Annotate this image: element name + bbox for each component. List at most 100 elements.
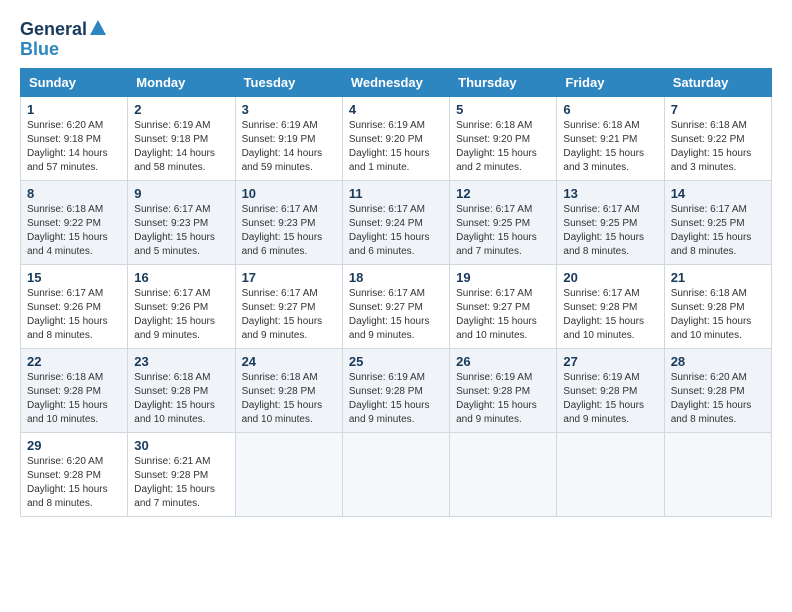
day-number: 14 <box>671 186 765 201</box>
calendar-cell: 19 Sunrise: 6:17 AM Sunset: 9:27 PM Dayl… <box>450 264 557 348</box>
day-daylight: Daylight: 15 hours and 7 minutes. <box>134 483 228 511</box>
day-sunrise: Sunrise: 6:21 AM <box>134 455 228 469</box>
day-sunset: Sunset: 9:28 PM <box>27 469 121 483</box>
day-sunset: Sunset: 9:28 PM <box>134 469 228 483</box>
calendar-cell: 6 Sunrise: 6:18 AM Sunset: 9:21 PM Dayli… <box>557 96 664 180</box>
day-sunset: Sunset: 9:28 PM <box>456 385 550 399</box>
calendar-cell <box>450 432 557 516</box>
day-sunrise: Sunrise: 6:18 AM <box>671 119 765 133</box>
day-daylight: Daylight: 15 hours and 1 minute. <box>349 147 443 175</box>
day-number: 13 <box>563 186 657 201</box>
header-monday: Monday <box>128 68 235 96</box>
day-number: 19 <box>456 270 550 285</box>
day-number: 4 <box>349 102 443 117</box>
day-daylight: Daylight: 15 hours and 6 minutes. <box>242 231 336 259</box>
calendar-cell: 1 Sunrise: 6:20 AM Sunset: 9:18 PM Dayli… <box>21 96 128 180</box>
day-sunrise: Sunrise: 6:19 AM <box>242 119 336 133</box>
day-number: 16 <box>134 270 228 285</box>
day-number: 17 <box>242 270 336 285</box>
calendar-week-row: 29 Sunrise: 6:20 AM Sunset: 9:28 PM Dayl… <box>21 432 772 516</box>
day-sunset: Sunset: 9:24 PM <box>349 217 443 231</box>
calendar-cell <box>235 432 342 516</box>
calendar-cell: 7 Sunrise: 6:18 AM Sunset: 9:22 PM Dayli… <box>664 96 771 180</box>
calendar-header-row: SundayMondayTuesdayWednesdayThursdayFrid… <box>21 68 772 96</box>
day-sunset: Sunset: 9:28 PM <box>134 385 228 399</box>
day-daylight: Daylight: 15 hours and 9 minutes. <box>349 315 443 343</box>
day-daylight: Daylight: 15 hours and 8 minutes. <box>563 231 657 259</box>
day-sunset: Sunset: 9:28 PM <box>671 301 765 315</box>
calendar-cell: 4 Sunrise: 6:19 AM Sunset: 9:20 PM Dayli… <box>342 96 449 180</box>
calendar-week-row: 15 Sunrise: 6:17 AM Sunset: 9:26 PM Dayl… <box>21 264 772 348</box>
header-tuesday: Tuesday <box>235 68 342 96</box>
day-number: 28 <box>671 354 765 369</box>
calendar-cell: 25 Sunrise: 6:19 AM Sunset: 9:28 PM Dayl… <box>342 348 449 432</box>
calendar-cell: 11 Sunrise: 6:17 AM Sunset: 9:24 PM Dayl… <box>342 180 449 264</box>
page-header: General Blue <box>20 20 772 60</box>
calendar-cell <box>342 432 449 516</box>
day-daylight: Daylight: 15 hours and 9 minutes. <box>242 315 336 343</box>
day-sunrise: Sunrise: 6:17 AM <box>134 287 228 301</box>
logo-icon: General <box>20 20 107 40</box>
day-number: 30 <box>134 438 228 453</box>
day-daylight: Daylight: 15 hours and 10 minutes. <box>27 399 121 427</box>
header-thursday: Thursday <box>450 68 557 96</box>
day-sunset: Sunset: 9:23 PM <box>242 217 336 231</box>
day-sunrise: Sunrise: 6:18 AM <box>242 371 336 385</box>
day-sunrise: Sunrise: 6:18 AM <box>671 287 765 301</box>
day-daylight: Daylight: 15 hours and 10 minutes. <box>456 315 550 343</box>
calendar-week-row: 22 Sunrise: 6:18 AM Sunset: 9:28 PM Dayl… <box>21 348 772 432</box>
day-sunrise: Sunrise: 6:17 AM <box>671 203 765 217</box>
day-sunset: Sunset: 9:28 PM <box>27 385 121 399</box>
day-daylight: Daylight: 15 hours and 9 minutes. <box>349 399 443 427</box>
calendar-cell: 8 Sunrise: 6:18 AM Sunset: 9:22 PM Dayli… <box>21 180 128 264</box>
calendar-cell: 29 Sunrise: 6:20 AM Sunset: 9:28 PM Dayl… <box>21 432 128 516</box>
day-daylight: Daylight: 15 hours and 2 minutes. <box>456 147 550 175</box>
day-number: 5 <box>456 102 550 117</box>
day-sunset: Sunset: 9:23 PM <box>134 217 228 231</box>
day-daylight: Daylight: 15 hours and 10 minutes. <box>134 399 228 427</box>
calendar-cell: 20 Sunrise: 6:17 AM Sunset: 9:28 PM Dayl… <box>557 264 664 348</box>
day-number: 8 <box>27 186 121 201</box>
calendar-cell: 22 Sunrise: 6:18 AM Sunset: 9:28 PM Dayl… <box>21 348 128 432</box>
logo-general: General <box>20 20 87 40</box>
calendar-cell: 5 Sunrise: 6:18 AM Sunset: 9:20 PM Dayli… <box>450 96 557 180</box>
day-sunset: Sunset: 9:26 PM <box>27 301 121 315</box>
logo: General Blue <box>20 20 107 60</box>
day-sunrise: Sunrise: 6:17 AM <box>563 203 657 217</box>
day-sunset: Sunset: 9:18 PM <box>134 133 228 147</box>
day-number: 24 <box>242 354 336 369</box>
day-daylight: Daylight: 15 hours and 5 minutes. <box>134 231 228 259</box>
day-sunrise: Sunrise: 6:20 AM <box>671 371 765 385</box>
day-sunrise: Sunrise: 6:17 AM <box>563 287 657 301</box>
day-sunrise: Sunrise: 6:19 AM <box>349 119 443 133</box>
day-number: 6 <box>563 102 657 117</box>
day-number: 11 <box>349 186 443 201</box>
day-daylight: Daylight: 14 hours and 57 minutes. <box>27 147 121 175</box>
day-number: 1 <box>27 102 121 117</box>
calendar-table: SundayMondayTuesdayWednesdayThursdayFrid… <box>20 68 772 517</box>
day-daylight: Daylight: 15 hours and 8 minutes. <box>27 315 121 343</box>
calendar-week-row: 8 Sunrise: 6:18 AM Sunset: 9:22 PM Dayli… <box>21 180 772 264</box>
calendar-cell: 10 Sunrise: 6:17 AM Sunset: 9:23 PM Dayl… <box>235 180 342 264</box>
day-daylight: Daylight: 15 hours and 8 minutes. <box>27 483 121 511</box>
calendar-cell: 17 Sunrise: 6:17 AM Sunset: 9:27 PM Dayl… <box>235 264 342 348</box>
calendar-cell: 21 Sunrise: 6:18 AM Sunset: 9:28 PM Dayl… <box>664 264 771 348</box>
day-sunrise: Sunrise: 6:17 AM <box>456 203 550 217</box>
day-sunrise: Sunrise: 6:17 AM <box>242 203 336 217</box>
day-number: 29 <box>27 438 121 453</box>
day-sunset: Sunset: 9:27 PM <box>242 301 336 315</box>
header-saturday: Saturday <box>664 68 771 96</box>
day-daylight: Daylight: 15 hours and 10 minutes. <box>671 315 765 343</box>
header-wednesday: Wednesday <box>342 68 449 96</box>
day-number: 23 <box>134 354 228 369</box>
day-sunset: Sunset: 9:26 PM <box>134 301 228 315</box>
day-sunrise: Sunrise: 6:17 AM <box>134 203 228 217</box>
day-sunset: Sunset: 9:22 PM <box>27 217 121 231</box>
day-sunset: Sunset: 9:28 PM <box>242 385 336 399</box>
calendar-cell: 3 Sunrise: 6:19 AM Sunset: 9:19 PM Dayli… <box>235 96 342 180</box>
day-number: 21 <box>671 270 765 285</box>
day-daylight: Daylight: 15 hours and 10 minutes. <box>563 315 657 343</box>
day-number: 26 <box>456 354 550 369</box>
calendar-cell: 26 Sunrise: 6:19 AM Sunset: 9:28 PM Dayl… <box>450 348 557 432</box>
day-daylight: Daylight: 15 hours and 10 minutes. <box>242 399 336 427</box>
